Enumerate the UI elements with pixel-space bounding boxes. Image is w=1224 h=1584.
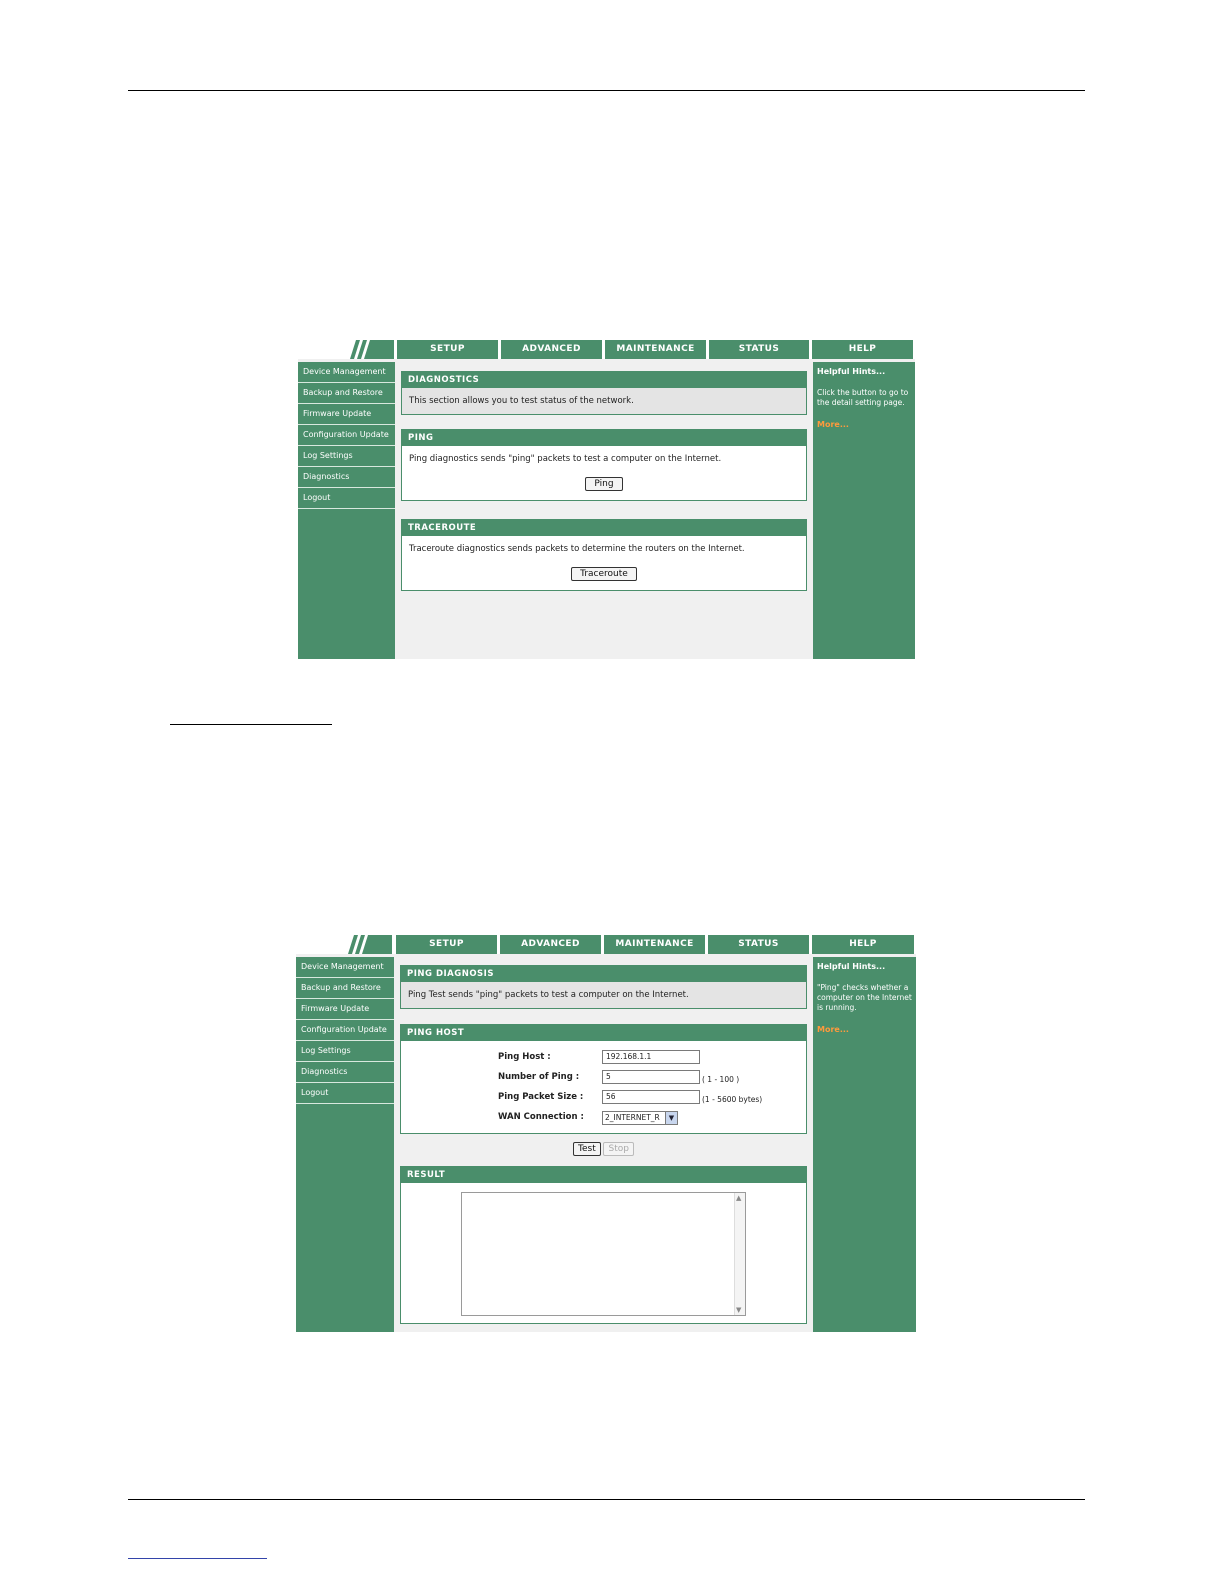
tab-maintenance[interactable]: MAINTENANCE [604,935,705,954]
hints-more-link[interactable]: More... [817,1025,912,1034]
tab-setup[interactable]: SETUP [397,340,498,359]
sidebar-item-firmware-update[interactable]: Firmware Update [296,999,394,1020]
footer-link-underline [128,1558,267,1559]
ping-host-input[interactable]: 192.168.1.1 [602,1050,700,1064]
wan-connection-select[interactable]: 2_INTERNET_R ▼ [602,1111,678,1125]
main-content: PING DIAGNOSIS Ping Test sends "ping" pa… [394,957,813,1332]
diagnostics-screenshot: SETUP ADVANCED MAINTENANCE STATUS HELP D… [298,340,915,659]
helpful-hints-panel: Helpful Hints... "Ping" checks whether a… [813,957,916,1332]
packet-size-input[interactable]: 56 [602,1090,700,1104]
ping-diagnosis-text: Ping Test sends "ping" packets to test a… [401,982,806,1008]
ping-diagnosis-title: PING DIAGNOSIS [401,966,806,982]
helpful-hints-panel: Helpful Hints... Click the button to go … [813,362,915,659]
result-title: RESULT [401,1167,806,1183]
action-buttons: Test Stop [394,1142,813,1156]
wan-connection-value: 2_INTERNET_R [605,1113,660,1122]
tab-help[interactable]: HELP [812,935,914,954]
traceroute-text: Traceroute diagnostics sends packets to … [409,544,745,554]
tab-help[interactable]: HELP [812,340,913,359]
sidebar-item-device-management[interactable]: Device Management [296,957,394,978]
ping-body: Ping diagnostics sends "ping" packets to… [402,446,806,500]
result-box: RESULT ▲ ▼ [400,1166,807,1324]
test-button[interactable]: Test [573,1142,601,1156]
ping-box: PING Ping diagnostics sends "ping" packe… [401,429,807,501]
traceroute-button-row: Traceroute [409,567,799,581]
packet-size-hint: (1 - 5600 bytes) [702,1095,763,1104]
diagnostics-box: DIAGNOSTICS This section allows you to t… [401,371,807,415]
section-heading-underline [170,724,332,725]
result-scrollbar[interactable]: ▲ ▼ [734,1193,745,1315]
sidebar-item-logout[interactable]: Logout [296,1083,394,1104]
hints-text: Click the button to go to the detail set… [817,388,909,407]
tab-setup[interactable]: SETUP [396,935,497,954]
tab-maintenance[interactable]: MAINTENANCE [605,340,706,359]
traceroute-body: Traceroute diagnostics sends packets to … [402,536,806,590]
tab-advanced[interactable]: ADVANCED [501,340,602,359]
sidebar-item-device-management[interactable]: Device Management [298,362,395,383]
sidebar-item-log-settings[interactable]: Log Settings [298,446,395,467]
diagnostics-text: This section allows you to test status o… [402,388,806,414]
ping-count-hint: ( 1 - 100 ) [702,1075,740,1084]
top-bar: SETUP ADVANCED MAINTENANCE STATUS HELP [298,340,915,359]
sidebar-item-diagnostics[interactable]: Diagnostics [296,1062,394,1083]
ping-host-title: PING HOST [401,1025,806,1041]
traceroute-box: TRACEROUTE Traceroute diagnostics sends … [401,519,807,591]
hints-text: "Ping" checks whether a computer on the … [817,983,912,1012]
traceroute-button[interactable]: Traceroute [571,567,637,581]
tab-advanced[interactable]: ADVANCED [500,935,601,954]
scroll-up-icon[interactable]: ▲ [736,1194,741,1202]
sidebar-item-diagnostics[interactable]: Diagnostics [298,467,395,488]
sidebar-item-backup-restore[interactable]: Backup and Restore [296,978,394,999]
hints-more-link[interactable]: More... [817,420,911,429]
sidebar: Device Management Backup and Restore Fir… [298,362,395,659]
sidebar-item-logout[interactable]: Logout [298,488,395,509]
hints-title: Helpful Hints... [817,962,886,971]
ping-text: Ping diagnostics sends "ping" packets to… [409,454,722,464]
result-textarea[interactable]: ▲ ▼ [461,1192,746,1316]
ping-button-row: Ping [409,477,799,491]
main-content: DIAGNOSTICS This section allows you to t… [395,362,813,659]
stop-button[interactable]: Stop [603,1142,634,1156]
wan-connection-label: WAN Connection : [498,1112,584,1122]
hints-title: Helpful Hints... [817,367,886,376]
footer-rule [128,1499,1085,1500]
ping-count-label: Number of Ping : [498,1072,580,1082]
ping-host-label: Ping Host : [498,1052,551,1062]
sidebar-item-firmware-update[interactable]: Firmware Update [298,404,395,425]
sidebar-item-backup-restore[interactable]: Backup and Restore [298,383,395,404]
ping-screenshot: SETUP ADVANCED MAINTENANCE STATUS HELP D… [296,935,916,1332]
logo-icon [348,935,392,954]
tab-status[interactable]: STATUS [709,340,809,359]
ping-button[interactable]: Ping [585,477,623,491]
sidebar-item-configuration-update[interactable]: Configuration Update [298,425,395,446]
traceroute-title: TRACEROUTE [402,520,806,536]
sidebar-item-configuration-update[interactable]: Configuration Update [296,1020,394,1041]
ping-title: PING [402,430,806,446]
sidebar-item-log-settings[interactable]: Log Settings [296,1041,394,1062]
top-bar: SETUP ADVANCED MAINTENANCE STATUS HELP [296,935,916,954]
chevron-down-icon[interactable]: ▼ [665,1112,677,1124]
packet-size-label: Ping Packet Size : [498,1092,584,1102]
ping-diagnosis-box: PING DIAGNOSIS Ping Test sends "ping" pa… [400,965,807,1009]
ping-host-box: PING HOST Ping Host : 192.168.1.1 Number… [400,1024,807,1134]
scroll-down-icon[interactable]: ▼ [736,1306,741,1314]
logo-icon [350,340,394,359]
diagnostics-title: DIAGNOSTICS [402,372,806,388]
ping-count-input[interactable]: 5 [602,1070,700,1084]
sidebar: Device Management Backup and Restore Fir… [296,957,394,1332]
header-rule [128,90,1085,91]
tab-status[interactable]: STATUS [708,935,809,954]
